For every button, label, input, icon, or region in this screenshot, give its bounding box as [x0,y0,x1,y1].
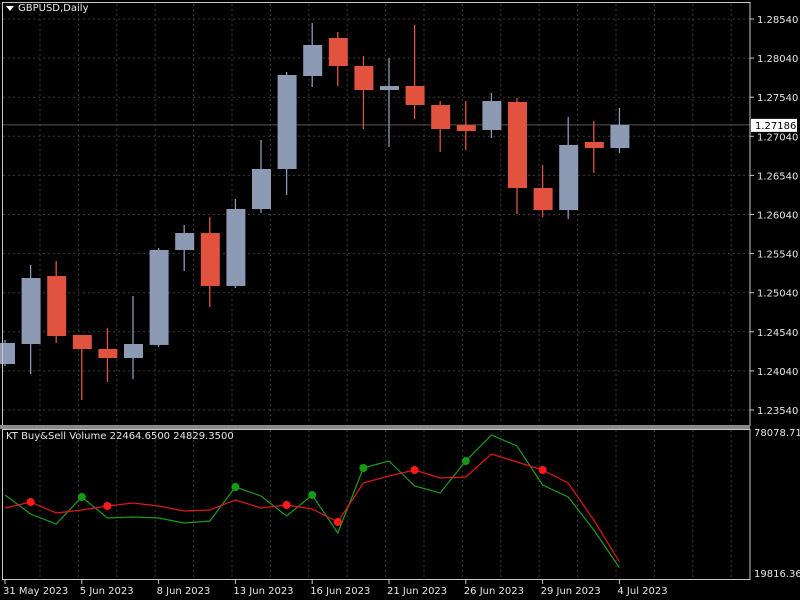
candle-bull [150,250,169,345]
y-tick-label: 1.23540 [757,406,798,417]
indicator-value-1: 22464.6500 [110,431,170,442]
indicator-frame [3,430,751,580]
candle-bull [22,278,41,344]
x-tick-label: 31 May 2023 [3,586,68,597]
candle-bull [303,45,322,76]
x-tick-label: 8 Jun 2023 [157,586,211,597]
candle-bear [329,38,348,66]
candle-bull [226,209,245,286]
pane-separator [0,425,750,429]
buy-volume-line [5,435,619,568]
x-tick-label: 5 Jun 2023 [80,586,134,597]
y-tick-label: 1.25540 [757,250,798,261]
y-tick-label: 1.24540 [757,328,798,339]
candle-bull [175,233,194,250]
y-tick-label: 1.27540 [757,93,798,104]
candle-bear [73,335,92,349]
sell-signal-dot [539,466,547,474]
sell-signal-dot [334,518,342,526]
y-tick-label: 1.28040 [757,54,798,65]
candle-bear [98,349,117,358]
candle-bear [406,86,425,105]
sell-signal-dot [27,498,35,506]
candle-bull [380,86,399,90]
sell-signal-dot [283,501,291,509]
chart-canvas: 1.28540 1.28040 1.27540 1.27040 1.26540 1.260… [0,0,800,600]
chart-title[interactable]: GBPUSD,Daily [6,3,89,14]
candle-bull [124,344,143,358]
sell-volume-line [5,454,619,562]
y-tick-label: 1.28540 [757,15,798,26]
indicator-value-2: 24829.3500 [173,431,233,442]
candle-bear [457,125,476,131]
candle-bear [201,233,220,286]
y-tick-label: 1.24040 [757,367,798,378]
buy-signal-dot [462,457,470,465]
buy-signal-dot [231,483,239,491]
x-tick-label: 13 Jun 2023 [233,586,293,597]
y-tick-label: 1.27040 [757,132,798,143]
indicator-scale-min: 19816.361 [754,569,800,580]
dropdown-triangle-icon[interactable] [6,6,14,11]
y-tick-label: 1.26040 [757,211,798,222]
candle-bear [585,142,604,148]
indicator-title: KT Buy&Sell Volume 22464.6500 24829.3500 [6,431,234,442]
buy-signal-dot [78,493,86,501]
y-tick-label: 1.25040 [757,289,798,300]
candle-bull [252,169,271,209]
candle-bull [482,101,501,130]
x-tick-label: 21 Jun 2023 [387,586,447,597]
symbol-timeframe-label: GBPUSD,Daily [18,3,89,14]
sell-signal-dot [103,502,111,510]
x-tick-label: 16 Jun 2023 [310,586,370,597]
x-tick-label: 26 Jun 2023 [464,586,524,597]
candle-bull [610,125,629,148]
buy-signal-dot [359,464,367,472]
buy-signal-dot [308,491,316,499]
candle-bear [47,276,66,336]
x-tick-label: 4 Jul 2023 [617,586,667,597]
sell-signal-dot [411,466,419,474]
candle-bull [278,75,297,169]
y-tick-label: 1.26540 [757,171,798,182]
indicator-scale-max: 78078.713 [754,428,800,439]
candle-bear [508,102,527,188]
x-tick-label: 29 Jun 2023 [541,586,601,597]
indicator-name: KT Buy&Sell Volume [6,431,106,442]
candle-bear [534,188,553,210]
candle-bear [354,66,373,90]
candle-bull [559,145,578,210]
current-price-label: 1.27186 [755,121,796,132]
candle-bear [431,105,450,129]
